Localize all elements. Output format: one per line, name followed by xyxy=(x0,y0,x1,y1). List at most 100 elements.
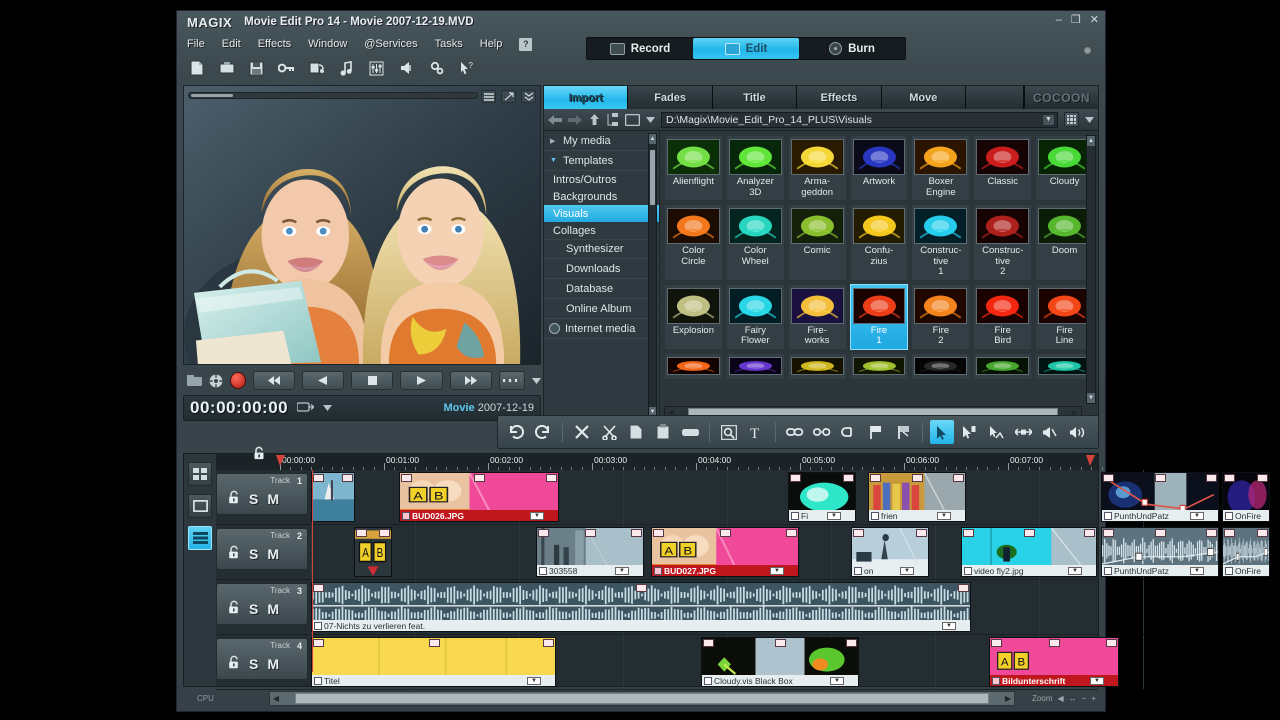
zoom-in-icon[interactable]: ◀ xyxy=(1058,694,1064,703)
help-cursor-icon[interactable]: ? xyxy=(457,59,476,78)
timeline-clip[interactable]: PunthUndPatz ▼ xyxy=(1101,472,1219,522)
clip-handle-center[interactable] xyxy=(912,474,923,482)
clip-handle-right[interactable] xyxy=(1206,474,1217,482)
clip-dropdown-icon[interactable]: ▼ xyxy=(527,677,541,685)
clip-handle-right[interactable] xyxy=(1257,474,1268,482)
track-mute-button[interactable]: M xyxy=(267,601,279,617)
clip-dropdown-icon[interactable]: ▼ xyxy=(900,567,914,575)
clip-handle-right[interactable] xyxy=(953,474,964,482)
thumbnail-item[interactable]: Fairy Flower xyxy=(725,283,785,350)
up-folder-icon[interactable] xyxy=(588,113,601,126)
clip-mute-toggle[interactable] xyxy=(791,512,799,520)
clip-mute-toggle[interactable] xyxy=(871,512,879,520)
fullscreen-icon[interactable] xyxy=(501,90,516,103)
track-solo-button[interactable]: S xyxy=(249,656,258,672)
range-icon[interactable] xyxy=(498,371,525,390)
track-header[interactable]: Track 1 S M xyxy=(216,473,308,515)
timeline-clip[interactable]: frien ▼ xyxy=(868,472,966,522)
clip-dropdown-icon[interactable]: ▼ xyxy=(615,567,629,575)
clip-handle-left[interactable] xyxy=(1224,474,1235,482)
storyboard-mode-button[interactable] xyxy=(188,462,212,486)
clip-dropdown-icon[interactable]: ▼ xyxy=(937,512,951,520)
paste-icon[interactable] xyxy=(651,420,675,444)
tab-title[interactable]: Title xyxy=(712,86,798,109)
timeline-clip[interactable]: OnFire xyxy=(1222,472,1270,522)
clip-handle-left[interactable] xyxy=(963,529,974,537)
tab-import[interactable]: Import xyxy=(544,86,629,109)
track-clip-area[interactable]: 07-Nichts zu verlieren feat. ▼ xyxy=(311,580,1144,634)
clip-handle-right[interactable] xyxy=(546,474,557,482)
clip-handle-center[interactable] xyxy=(1155,529,1166,537)
track-mute-button[interactable]: M xyxy=(267,491,279,507)
mode-record-button[interactable]: Record xyxy=(587,38,693,59)
cut-scissors-icon[interactable] xyxy=(597,420,621,444)
timeline-hscrollbar[interactable]: ◀ ▶ xyxy=(269,691,1015,706)
timecode-display[interactable]: 00:00:00:00 xyxy=(190,398,288,418)
menu-item-window[interactable]: Window xyxy=(308,38,347,50)
clip-handle-left[interactable] xyxy=(1103,474,1114,482)
menu-item-edit[interactable]: Edit xyxy=(222,38,241,50)
back-arrow-icon[interactable] xyxy=(548,114,562,125)
scroll-down-icon[interactable]: ▼ xyxy=(1087,393,1095,403)
clip-dropdown-icon[interactable]: ▼ xyxy=(1190,567,1204,575)
clip-handle-center[interactable] xyxy=(720,529,731,537)
tab-fades[interactable]: Fades xyxy=(628,86,713,109)
thumbnail-item-partial[interactable] xyxy=(664,352,723,380)
new-project-icon[interactable] xyxy=(187,59,206,78)
clip-dropdown-icon[interactable]: ▼ xyxy=(1190,512,1204,520)
marker-flag-icon[interactable] xyxy=(864,420,888,444)
clip-handle-left[interactable] xyxy=(653,529,664,537)
scroll-up-icon[interactable]: ▲ xyxy=(1087,136,1095,146)
tree-scroll-thumb[interactable] xyxy=(650,150,655,205)
clip-handle-right[interactable] xyxy=(843,474,854,482)
copy-icon[interactable] xyxy=(624,420,648,444)
menu-item-file[interactable]: File xyxy=(187,38,205,50)
clip-handle-left[interactable] xyxy=(1224,529,1235,537)
clip-handle-left[interactable] xyxy=(313,474,324,482)
mode-edit-button[interactable]: Edit xyxy=(693,38,799,59)
thumbnail-item[interactable]: Fire 2 xyxy=(911,283,971,350)
clip-handle-left[interactable] xyxy=(356,529,367,537)
maximize-button[interactable]: ❐ xyxy=(1071,13,1081,27)
clip-handle-right[interactable] xyxy=(543,639,554,647)
tree-item-intros-outros[interactable]: Intros/Outros xyxy=(544,171,659,188)
tab-move[interactable]: Move xyxy=(881,86,967,109)
clip-handle-center[interactable] xyxy=(775,639,786,647)
clip-mute-toggle[interactable] xyxy=(1104,512,1112,520)
thumbnail-item[interactable]: Color Wheel xyxy=(725,204,785,281)
thumbnail-item-partial[interactable] xyxy=(787,352,847,380)
clip-dropdown-icon[interactable]: ▼ xyxy=(1090,677,1104,685)
tree-scrollbar[interactable]: ▲ ▼ xyxy=(648,133,657,418)
clip-handle-left[interactable] xyxy=(401,474,412,482)
clip-handle-center[interactable] xyxy=(636,584,647,592)
timeline-clip[interactable]: PunthUndPatz ▼ xyxy=(1101,527,1219,577)
tree-view-icon[interactable] xyxy=(607,113,619,126)
clip-dropdown-icon[interactable]: ▼ xyxy=(530,512,544,520)
export-video-icon[interactable] xyxy=(307,59,326,78)
menu-item-effects[interactable]: Effects xyxy=(258,38,291,50)
menu-lines-icon[interactable] xyxy=(481,90,496,103)
scroll-left-icon[interactable]: ◀ xyxy=(270,694,282,703)
track-clip-area[interactable]: A B BUD026.JPG ▼ Fi ▼ frien ▼ PunthUndPatz ▼ OnFir… xyxy=(311,470,1270,524)
tree-item-internet-media[interactable]: Internet media xyxy=(544,319,659,339)
track-header[interactable]: Track 2 S M xyxy=(216,528,308,570)
clip-handle-right[interactable] xyxy=(1206,529,1217,537)
track-mute-button[interactable]: M xyxy=(267,546,279,562)
clip-handle-right[interactable] xyxy=(379,529,390,537)
clip-handle-left[interactable] xyxy=(790,474,801,482)
tree-item-downloads[interactable]: Downloads xyxy=(544,259,659,279)
clip-handle-left[interactable] xyxy=(853,529,864,537)
open-project-icon[interactable] xyxy=(217,59,236,78)
chevron-down-icon[interactable]: ▼ xyxy=(550,157,558,164)
menu-item-help[interactable]: Help xyxy=(480,38,503,50)
play-icon[interactable] xyxy=(400,371,443,390)
ungroup-icon[interactable] xyxy=(810,420,834,444)
info-book-icon[interactable]: ? xyxy=(519,37,533,51)
fast-forward-icon[interactable] xyxy=(449,371,492,390)
clip-handle-left[interactable] xyxy=(991,639,1002,647)
thumbnails-vscrollbar[interactable]: ▲ ▼ xyxy=(1086,135,1096,404)
zoom-plus-icon[interactable]: + xyxy=(1091,694,1096,703)
clip-handle-right[interactable] xyxy=(1106,639,1117,647)
thumbnail-item[interactable]: Fire Bird xyxy=(973,283,1033,350)
clip-mute-toggle[interactable] xyxy=(964,567,972,575)
